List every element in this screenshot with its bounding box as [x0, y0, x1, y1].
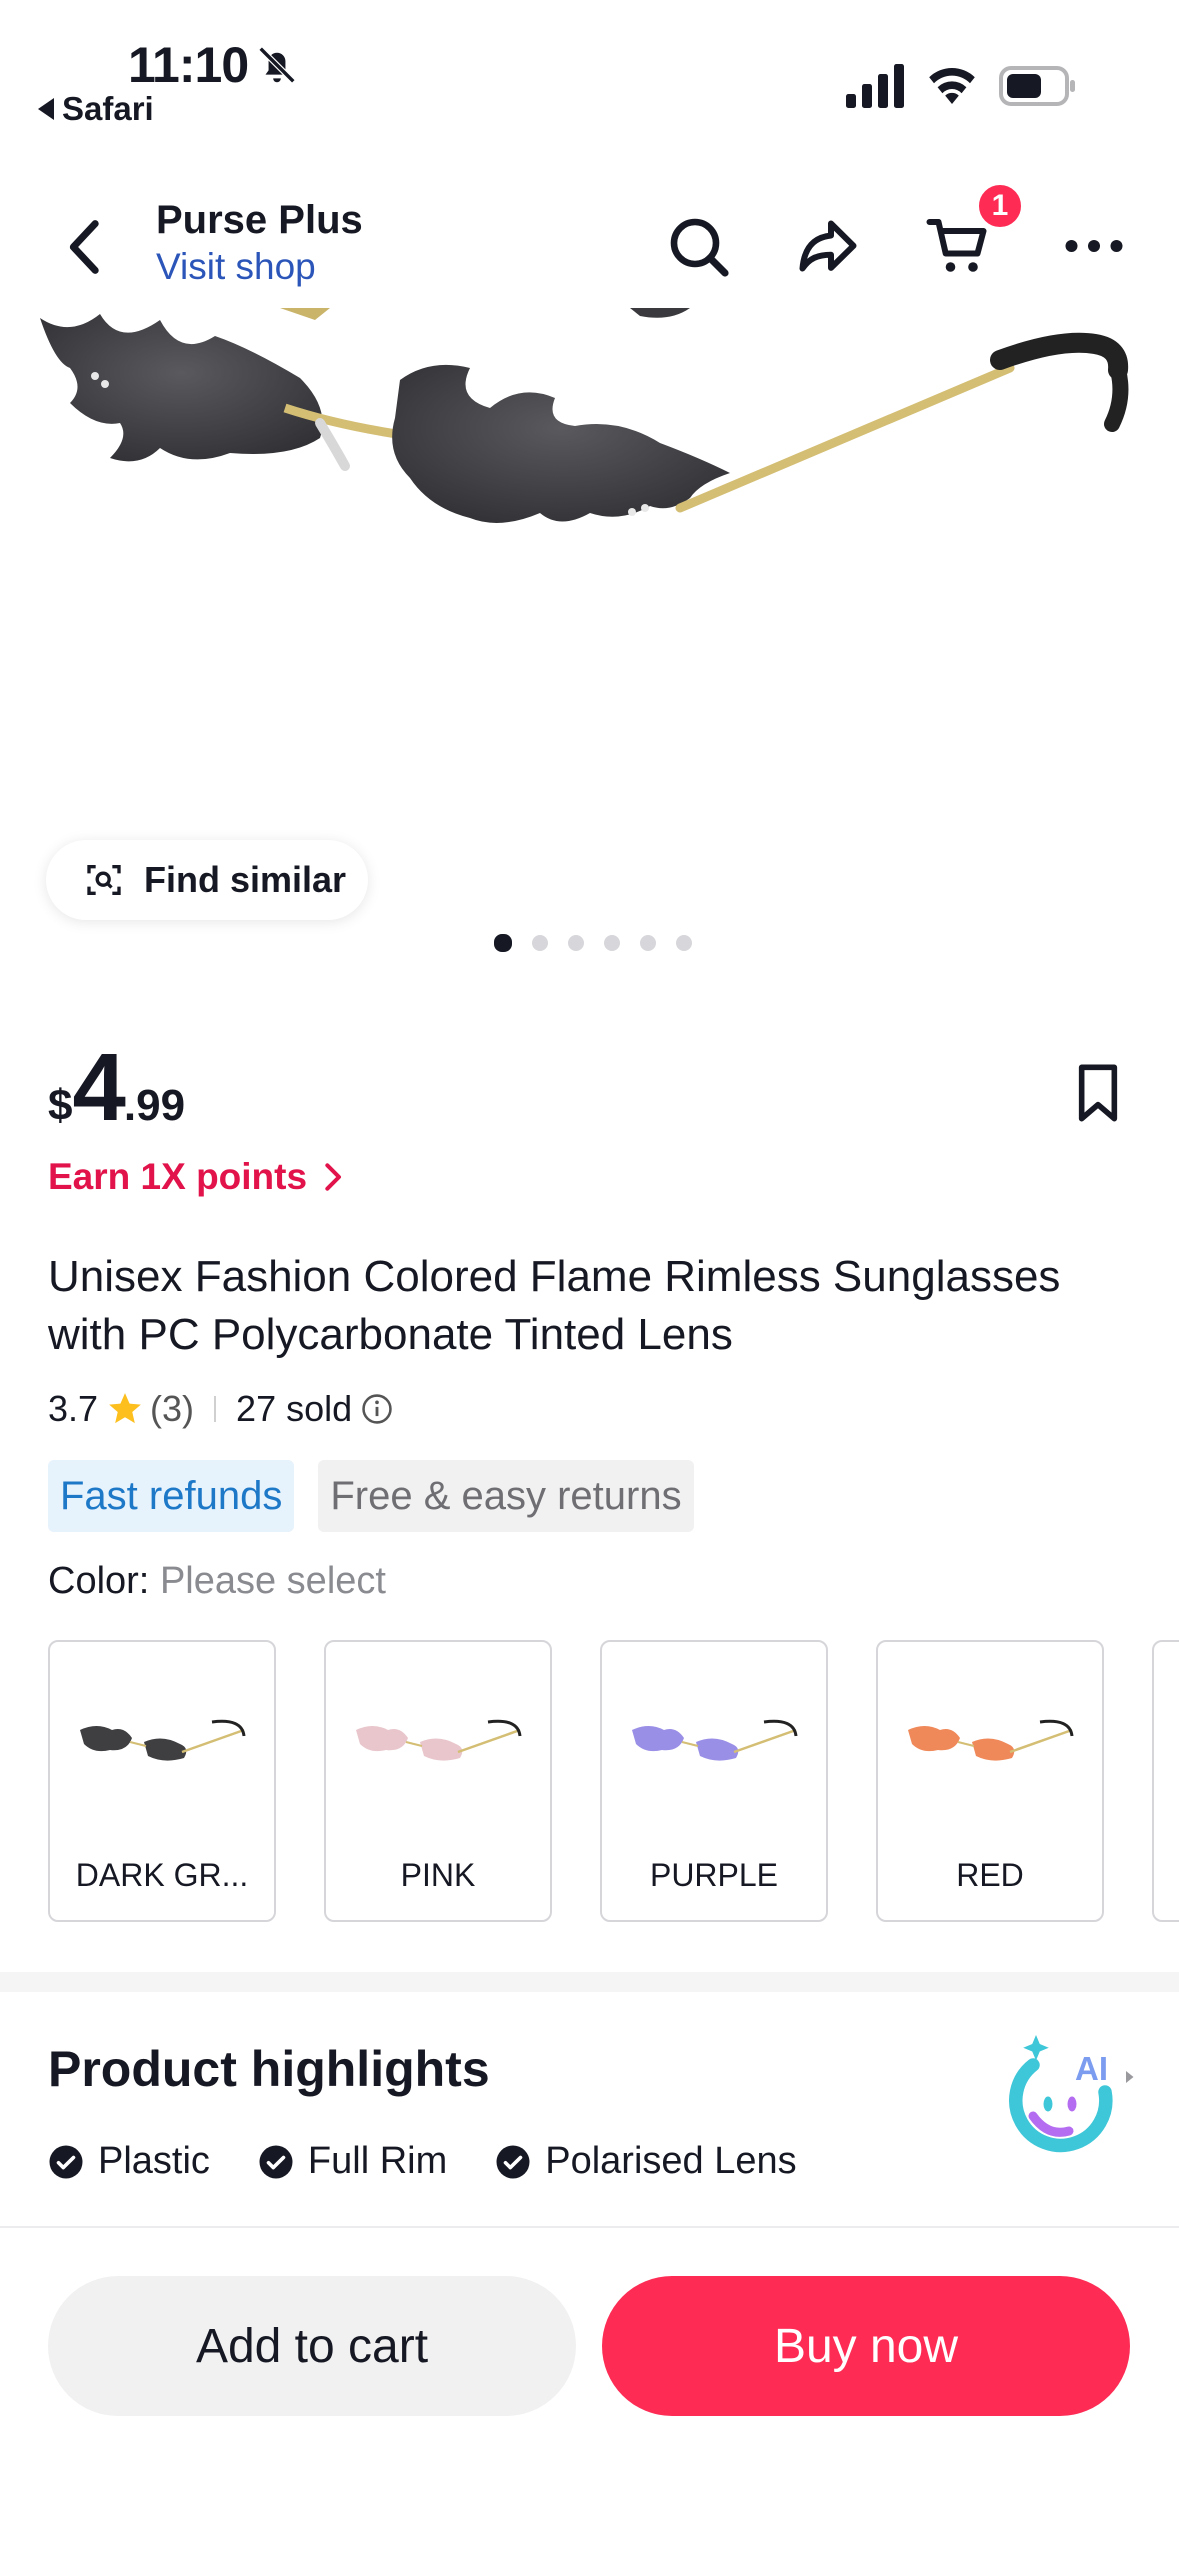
status-bar: 11:10 Safari [0, 0, 1179, 150]
more-options-icon[interactable] [1058, 210, 1130, 282]
sunglasses-thumbnail [356, 1719, 522, 1761]
shop-name[interactable]: Purse Plus [156, 198, 363, 243]
pagination-dot[interactable] [675, 935, 692, 951]
buy-now-button[interactable]: Buy now [602, 2276, 1130, 2416]
rating-row[interactable]: 3.7 (3) 27 sold [48, 1384, 394, 1434]
battery-icon [999, 66, 1075, 106]
highlight-label: Plastic [98, 2140, 210, 2182]
sunglasses-thumbnail [80, 1719, 246, 1761]
highlight-item: Full Rim [258, 2140, 447, 2183]
share-icon[interactable] [792, 210, 864, 282]
svg-text:AI: AI [1075, 2050, 1108, 2087]
fast-refunds-badge[interactable]: Fast refunds [48, 1460, 295, 1532]
cellular-signal-icon [846, 64, 904, 108]
price-currency: $ [48, 1081, 73, 1130]
color-option-purple[interactable]: PURPLE [600, 1640, 828, 1922]
highlights-title: Product highlights [48, 2041, 490, 2097]
check-circle-icon [259, 2145, 293, 2178]
bottom-bar-divider [0, 2226, 1179, 2228]
check-circle-icon [496, 2145, 530, 2178]
status-time: 11:10 [128, 37, 249, 93]
sunglasses-thumbnail [908, 1719, 1074, 1761]
search-icon[interactable] [662, 210, 734, 282]
back-triangle-icon [38, 98, 54, 120]
pagination-dot[interactable] [603, 935, 620, 951]
color-value: Please select [159, 1560, 386, 1602]
price-decimal: .99 [123, 1081, 186, 1130]
color-option-label: DARK GR... [75, 1857, 249, 1893]
star-icon [109, 1393, 141, 1424]
check-circle-icon [49, 2145, 83, 2178]
find-similar-button[interactable]: Find similar [46, 840, 368, 920]
pagination-dot[interactable] [639, 935, 656, 951]
pagination-dot[interactable] [493, 934, 512, 952]
sunglasses-thumbnail [632, 1719, 798, 1761]
scan-search-icon [87, 865, 121, 895]
section-divider [0, 1972, 1179, 1992]
bookmark-icon[interactable] [1070, 1062, 1126, 1124]
product-price: $ 4 .99 [48, 1040, 185, 1136]
find-similar-label: Find similar [144, 859, 347, 900]
color-option-label: PINK [400, 1857, 476, 1893]
add-to-cart-button[interactable]: Add to cart [48, 2276, 576, 2416]
shop-header: Purse Plus Visit shop 1 [0, 180, 1179, 310]
highlight-item: Polarised Lens [495, 2140, 797, 2183]
chevron-right-icon [325, 1163, 342, 1191]
product-title: Unisex Fashion Colored Flame Rimless Sun… [48, 1252, 1061, 1359]
highlight-label: Full Rim [307, 2140, 448, 2182]
back-arrow-icon[interactable] [50, 212, 120, 282]
color-label: Color: [48, 1560, 150, 1602]
image-pagination-dots [0, 934, 1179, 952]
color-option-red[interactable]: RED [876, 1640, 1104, 1922]
wifi-icon [929, 67, 975, 104]
info-icon[interactable] [360, 1392, 394, 1426]
color-option-pink[interactable]: PINK [324, 1640, 552, 1922]
cart-count-badge: 1 [976, 182, 1024, 230]
highlight-label: Polarised Lens [545, 2140, 797, 2182]
earn-points-link[interactable]: Earn 1X points [48, 1156, 345, 1198]
earn-points-label: Earn 1X points [48, 1156, 308, 1197]
color-option-label: PURPLE [649, 1857, 779, 1893]
sold-count: 27 sold [236, 1388, 353, 1429]
back-app-label: Safari [62, 90, 154, 127]
visit-shop-link[interactable]: Visit shop [156, 246, 316, 288]
highlights-list: Plastic Full Rim Polarised Lens [48, 2140, 797, 2183]
color-options: DARK GR... PINK PURPLE RED [48, 1640, 1179, 1925]
color-selector-label: Color: Please select [48, 1560, 386, 1603]
rating-count: (3) [150, 1388, 195, 1429]
highlight-item: Plastic [48, 2140, 210, 2183]
color-option-dark-grey[interactable]: DARK GR... [48, 1640, 276, 1922]
price-integer: 4 [72, 1034, 125, 1141]
divider [214, 1396, 217, 1422]
rating-value: 3.7 [48, 1388, 99, 1429]
pagination-dot[interactable] [567, 935, 584, 951]
ai-assistant-icon[interactable]: AI [988, 2026, 1138, 2176]
pagination-dot[interactable] [531, 935, 548, 951]
color-option-more[interactable] [1152, 1640, 1179, 1922]
free-returns-badge[interactable]: Free & easy returns [318, 1460, 694, 1532]
service-badges: Fast refunds Free & easy returns [48, 1460, 694, 1532]
back-to-safari[interactable]: Safari [38, 90, 154, 128]
bell-muted-icon [258, 46, 296, 84]
color-option-label: RED [956, 1857, 1024, 1893]
